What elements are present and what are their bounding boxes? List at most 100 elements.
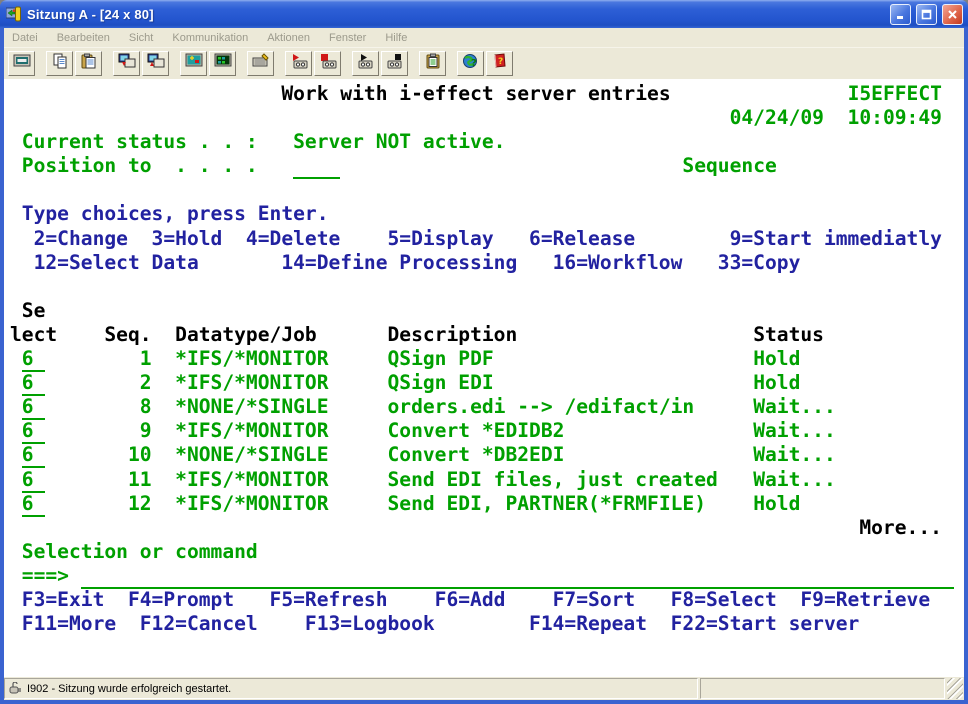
text-run: Hold	[753, 347, 800, 370]
text-run: Selection or command	[22, 540, 258, 563]
title-bar: Sitzung A - [24 x 80]	[0, 0, 968, 28]
record-macro-button[interactable]	[285, 51, 312, 76]
text-run: *IFS/*MONITOR	[175, 468, 328, 491]
receive-file-button[interactable]	[142, 51, 169, 76]
text-run: 12	[128, 492, 152, 515]
select-field[interactable]: 6	[22, 371, 46, 396]
text-run: Wait...	[753, 443, 836, 466]
text-run	[10, 154, 22, 177]
menu-item-hilfe[interactable]: Hilfe	[385, 32, 407, 44]
help-book-button[interactable]: ?	[486, 51, 513, 76]
receive-file-icon	[147, 53, 165, 74]
text-run	[10, 540, 22, 563]
text-run	[45, 371, 139, 394]
print-screen-icon	[13, 53, 31, 74]
status-message: I902 - Sitzung wurde erfolgreich gestart…	[27, 683, 231, 695]
text-run	[10, 202, 22, 225]
select-field[interactable]: 6	[22, 347, 46, 372]
text-run	[152, 419, 176, 442]
text-run	[10, 347, 22, 370]
command-input[interactable]	[81, 564, 954, 589]
text-run: *IFS/*MONITOR	[175, 347, 328, 370]
paste-button[interactable]	[75, 51, 102, 76]
send-file-button[interactable]	[113, 51, 140, 76]
menu-item-sicht[interactable]: Sicht	[129, 32, 153, 44]
select-field[interactable]: 6	[22, 443, 46, 468]
text-run	[10, 492, 22, 515]
text-run	[10, 130, 22, 153]
text-run	[45, 492, 128, 515]
text-run: Send EDI files, just created	[388, 468, 718, 491]
text-run: QSign EDI	[388, 371, 494, 394]
step-macro-button[interactable]	[381, 51, 408, 76]
text-run	[329, 443, 388, 466]
stop-macro-button[interactable]	[314, 51, 341, 76]
select-field[interactable]: 6	[22, 395, 46, 420]
text-run	[152, 443, 176, 466]
text-run: Hold	[753, 371, 800, 394]
text-run	[10, 419, 22, 442]
text-run	[10, 564, 22, 587]
menu-item-aktionen[interactable]: Aktionen	[267, 32, 310, 44]
display-setup-button[interactable]	[180, 51, 207, 76]
menu-item-datei[interactable]: Datei	[12, 32, 38, 44]
keyboard-setup-button[interactable]	[247, 51, 274, 76]
globe-help-button[interactable]: ?	[457, 51, 484, 76]
text-run	[152, 492, 176, 515]
text-run	[10, 82, 281, 105]
clipboard-button[interactable]	[419, 51, 446, 76]
text-run	[317, 323, 388, 346]
text-run: QSign PDF	[388, 347, 494, 370]
text-run	[671, 82, 848, 105]
maximize-button[interactable]	[916, 4, 937, 25]
text-run: 2=Change 3=Hold 4=Delete 5=Display 6=Rel…	[34, 227, 942, 250]
play-macro-button[interactable]	[352, 51, 379, 76]
resize-grip[interactable]	[947, 678, 963, 699]
text-run: 8	[140, 395, 152, 418]
text-run	[329, 492, 388, 515]
text-run	[10, 227, 34, 250]
record-macro-icon	[290, 53, 308, 74]
text-run: ===>	[22, 564, 69, 587]
minimize-button[interactable]	[890, 4, 911, 25]
session-window: Sitzung A - [24 x 80] Datei Bearbeiten S…	[0, 0, 968, 704]
copy-button[interactable]	[46, 51, 73, 76]
print-screen-button[interactable]	[8, 51, 35, 76]
text-run	[45, 468, 128, 491]
text-run: Position to . . . .	[22, 154, 258, 177]
text-run	[10, 588, 22, 611]
terminal-area: Work with i-effect server entries I5EFFE…	[4, 79, 964, 677]
close-button[interactable]	[942, 4, 963, 25]
text-run	[10, 612, 22, 635]
menu-item-kommunikation[interactable]: Kommunikation	[172, 32, 248, 44]
svg-text:?: ?	[498, 57, 503, 67]
text-run	[718, 468, 753, 491]
menu-item-fenster[interactable]: Fenster	[329, 32, 366, 44]
svg-text:?: ?	[471, 58, 477, 69]
paste-icon	[81, 53, 97, 74]
text-run	[10, 468, 22, 491]
text-run: *NONE/*SINGLE	[175, 395, 328, 418]
select-field[interactable]: 6	[22, 468, 46, 493]
text-run	[45, 443, 128, 466]
keyboard-setup-icon	[252, 53, 270, 74]
text-run: Datatype/Job	[175, 323, 317, 346]
text-run: Send EDI, PARTNER(*FRMFILE)	[388, 492, 707, 515]
text-run	[329, 468, 388, 491]
text-run: lect	[10, 323, 57, 346]
text-run	[694, 395, 753, 418]
text-run: 12=Select Data 14=Define Processing 16=W…	[34, 251, 801, 274]
select-field[interactable]: 6	[22, 419, 46, 444]
clipboard-icon	[425, 53, 441, 74]
text-run: Wait...	[753, 468, 836, 491]
text-run	[69, 564, 81, 587]
color-map-button[interactable]	[209, 51, 236, 76]
select-field[interactable]: 6	[22, 492, 46, 517]
text-run	[10, 395, 22, 418]
text-run	[152, 371, 176, 394]
globe-help-icon: ?	[462, 53, 479, 74]
text-run	[10, 516, 859, 539]
send-file-icon	[118, 53, 136, 74]
position-to-field[interactable]	[293, 154, 340, 179]
menu-item-bearbeiten[interactable]: Bearbeiten	[57, 32, 110, 44]
